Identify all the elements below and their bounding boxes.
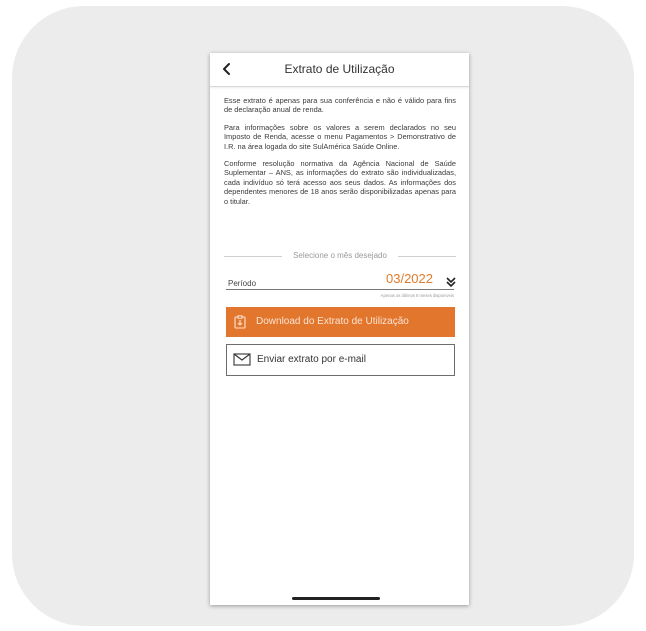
email-button-label: Enviar extrato por e-mail bbox=[257, 354, 366, 365]
month-divider: Selecione o mês desejado bbox=[224, 251, 456, 261]
download-button-label: Download do Extrato de Utilização bbox=[256, 316, 409, 327]
send-email-button[interactable]: Enviar extrato por e-mail bbox=[226, 344, 455, 376]
phone-screen: Extrato de Utilização Esse extrato é ape… bbox=[210, 53, 469, 605]
period-hint: Apenas os últimos 6 meses disponíveis bbox=[380, 293, 454, 298]
envelope-icon bbox=[233, 353, 251, 366]
divider-label: Selecione o mês desejado bbox=[293, 251, 387, 260]
home-indicator[interactable] bbox=[292, 597, 380, 600]
page-title: Extrato de Utilização bbox=[284, 62, 395, 76]
info-paragraph-2: Para informações sobre os valores a sere… bbox=[224, 122, 456, 151]
period-dropdown-button[interactable] bbox=[446, 275, 456, 288]
period-underline bbox=[226, 289, 454, 290]
double-chevron-down-icon bbox=[446, 277, 456, 288]
app-header: Extrato de Utilização bbox=[210, 53, 469, 87]
period-label: Período bbox=[228, 279, 257, 288]
period-select[interactable]: 03/2022 bbox=[386, 271, 433, 286]
clipboard-download-icon bbox=[234, 315, 246, 329]
info-paragraph-3: Conforme resolução normativa da Agência … bbox=[224, 159, 456, 206]
download-statement-button[interactable]: Download do Extrato de Utilização bbox=[226, 307, 455, 337]
info-text: Esse extrato é apenas para sua conferênc… bbox=[224, 96, 456, 214]
info-paragraph-1: Esse extrato é apenas para sua conferênc… bbox=[224, 96, 456, 115]
